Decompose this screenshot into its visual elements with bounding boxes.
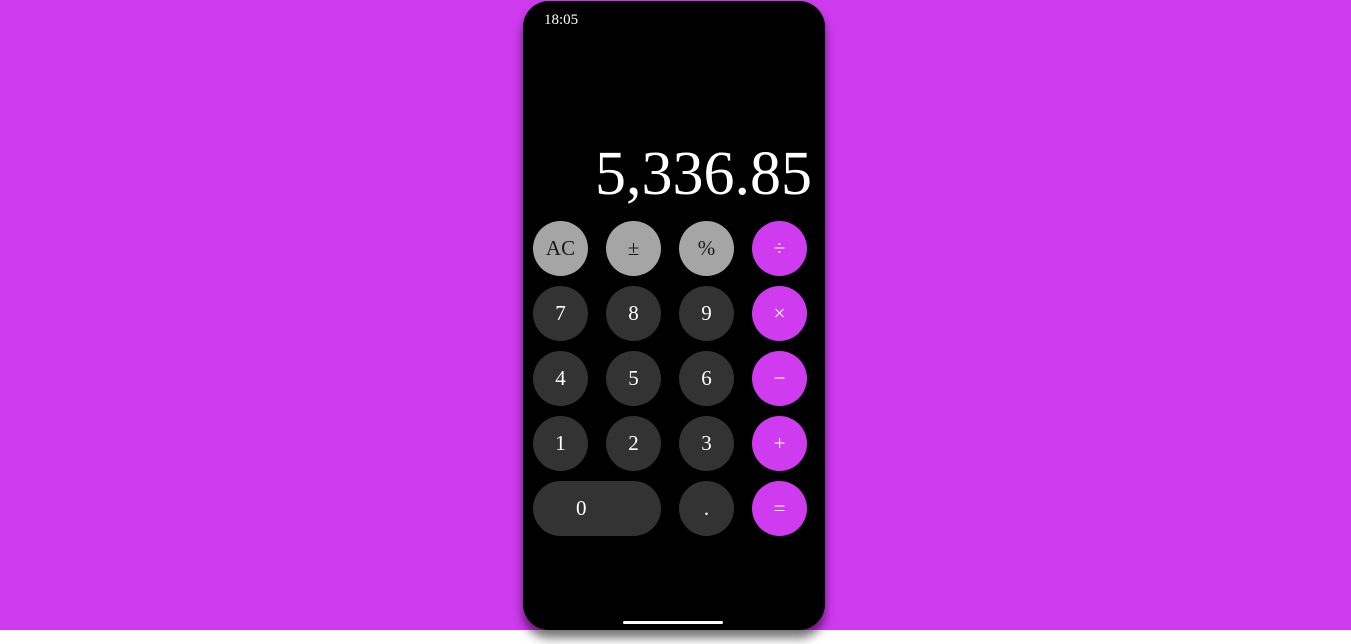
- home-indicator[interactable]: [623, 621, 723, 624]
- calculator-display: 5,336.85: [595, 140, 812, 208]
- calculator-phone: 18:05 5,336.85 AC ± % ÷ 7 8 9 × 4 5 6 − …: [523, 1, 825, 630]
- digit-1-button[interactable]: 1: [533, 416, 588, 471]
- sign-toggle-button[interactable]: ±: [606, 221, 661, 276]
- multiply-button[interactable]: ×: [752, 286, 807, 341]
- digit-9-button[interactable]: 9: [679, 286, 734, 341]
- decimal-button[interactable]: .: [679, 481, 734, 536]
- clear-button[interactable]: AC: [533, 221, 588, 276]
- equals-button[interactable]: =: [752, 481, 807, 536]
- subtract-button[interactable]: −: [752, 351, 807, 406]
- status-time: 18:05: [544, 12, 579, 28]
- digit-0-button[interactable]: 0: [533, 481, 661, 536]
- digit-2-button[interactable]: 2: [606, 416, 661, 471]
- digit-5-button[interactable]: 5: [606, 351, 661, 406]
- divide-button[interactable]: ÷: [752, 221, 807, 276]
- digit-4-button[interactable]: 4: [533, 351, 588, 406]
- percent-button[interactable]: %: [679, 221, 734, 276]
- digit-8-button[interactable]: 8: [606, 286, 661, 341]
- digit-7-button[interactable]: 7: [533, 286, 588, 341]
- digit-6-button[interactable]: 6: [679, 351, 734, 406]
- add-button[interactable]: +: [752, 416, 807, 471]
- digit-3-button[interactable]: 3: [679, 416, 734, 471]
